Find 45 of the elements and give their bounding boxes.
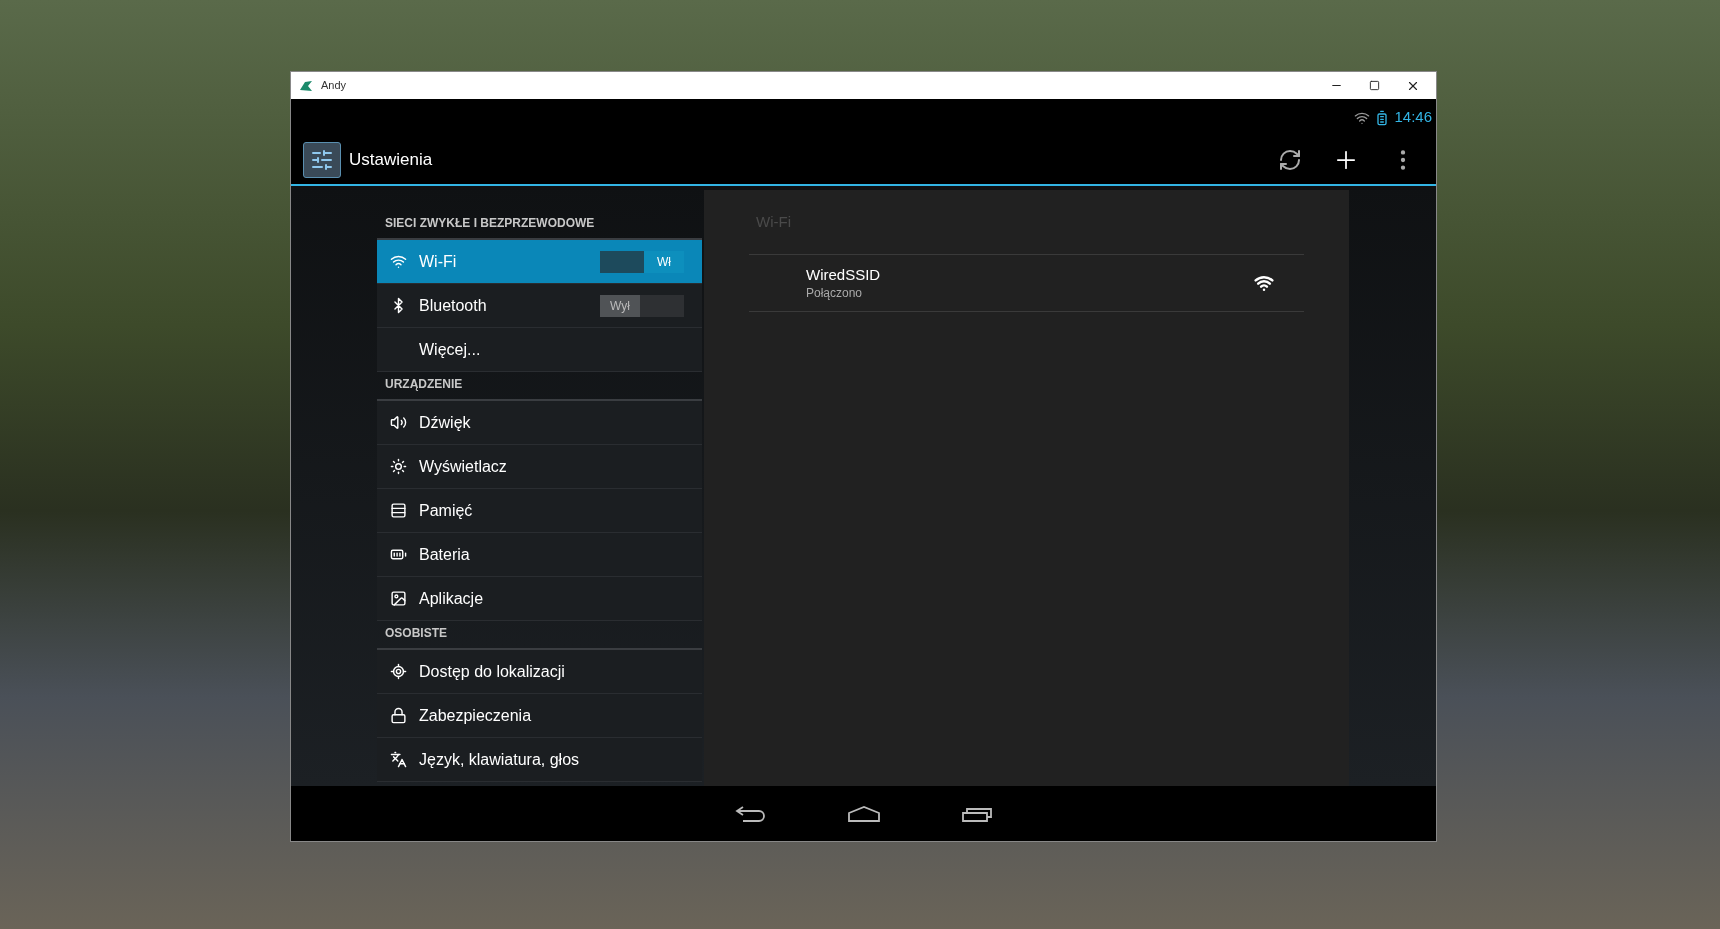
section-header: URZĄDZENIE bbox=[385, 376, 463, 393]
window-title: Andy bbox=[321, 78, 347, 94]
wifi-icon bbox=[389, 253, 407, 270]
settings-item[interactable]: Bateria bbox=[377, 533, 702, 577]
storage-icon bbox=[389, 502, 407, 519]
settings-item[interactable]: Więcej... bbox=[377, 328, 702, 372]
network-name: WiredSSID bbox=[806, 265, 881, 285]
section-header: SIECI ZWYKŁE I BEZPRZEWODOWE bbox=[385, 215, 595, 232]
wifi-signal-icon bbox=[1254, 273, 1274, 293]
speaker-icon bbox=[389, 414, 407, 431]
settings-app-icon bbox=[303, 142, 341, 178]
sync-icon[interactable] bbox=[1278, 148, 1302, 172]
settings-item[interactable]: Wyświetlacz bbox=[377, 445, 702, 489]
toggle-switch[interactable]: Wył bbox=[600, 294, 684, 317]
toggle-switch[interactable]: Wł bbox=[600, 250, 684, 273]
language-icon bbox=[389, 751, 407, 768]
section-header: OSOBISTE bbox=[385, 625, 447, 642]
network-item[interactable]: WiredSSID Połączono bbox=[749, 254, 1304, 312]
item-label: Bluetooth bbox=[419, 295, 487, 316]
item-label: Aplikacje bbox=[419, 588, 484, 609]
lock-icon bbox=[389, 707, 407, 724]
item-label: Dźwięk bbox=[419, 412, 471, 433]
item-label: Bateria bbox=[419, 544, 470, 565]
item-label: Wi-Fi bbox=[419, 251, 457, 272]
settings-item[interactable]: Wi-Fi Wł bbox=[377, 240, 702, 284]
item-label: Pamięć bbox=[419, 500, 473, 521]
action-bar-title: Ustawienia bbox=[349, 149, 433, 172]
settings-item[interactable]: Aplikacje bbox=[377, 577, 702, 621]
settings-item[interactable]: Dźwięk bbox=[377, 401, 702, 445]
app-logo-icon bbox=[299, 79, 313, 92]
back-icon[interactable] bbox=[734, 804, 767, 823]
home-icon[interactable] bbox=[846, 804, 881, 823]
item-label: Wyświetlacz bbox=[419, 456, 507, 477]
location-icon bbox=[389, 663, 407, 680]
maximize-icon[interactable] bbox=[1369, 80, 1380, 91]
brightness-icon bbox=[389, 458, 407, 475]
item-label: Zabezpieczenia bbox=[419, 705, 532, 726]
item-label: Więcej... bbox=[419, 339, 481, 360]
settings-item[interactable]: Bluetooth Wył bbox=[377, 284, 702, 328]
settings-item[interactable]: Pamięć bbox=[377, 489, 702, 533]
status-time: 14:46 bbox=[1394, 107, 1432, 128]
item-label: Dostęp do lokalizacji bbox=[419, 661, 565, 682]
item-label: Język, klawiatura, głos bbox=[419, 749, 580, 770]
network-status: Połączono bbox=[806, 285, 864, 301]
picture-icon bbox=[389, 590, 407, 607]
